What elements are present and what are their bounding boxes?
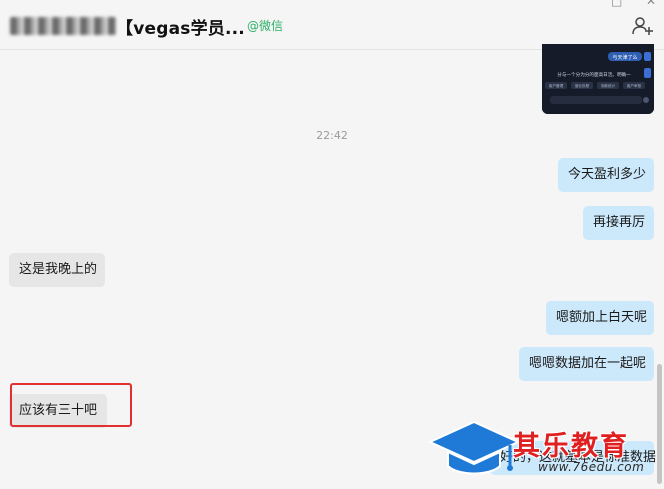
- close-icon[interactable]: ✕: [646, 0, 656, 8]
- preview-chip: 到款统计: [601, 83, 616, 88]
- add-user-icon[interactable]: [632, 16, 654, 36]
- message-bubble-outgoing[interactable]: 再接再厉: [583, 206, 654, 240]
- highlight-box: [10, 383, 132, 427]
- minimize-icon[interactable]: □: [611, 0, 622, 8]
- message-bubble-outgoing[interactable]: 今天盈利多少: [558, 158, 654, 192]
- watermark-url: www.76edu.com: [538, 460, 645, 474]
- graduation-cap-icon: [428, 420, 520, 475]
- watermark-brand: 其乐教育: [513, 431, 629, 462]
- message-bubble-incoming[interactable]: 这是我晚上的: [9, 253, 105, 287]
- preview-chip: 客户审核: [627, 83, 642, 88]
- chat-title: 【vegas学员...: [116, 19, 245, 39]
- watermark-logo: 其乐教育 www.76edu.com: [428, 420, 664, 489]
- preview-caption-right: 与天津了么: [612, 54, 637, 61]
- message-timestamp: 22:42: [316, 129, 348, 142]
- message-bubble-outgoing[interactable]: 嗯嗯数据加在一起呢: [519, 347, 654, 381]
- message-bubble-outgoing[interactable]: 嗯额加上白天呢: [546, 301, 654, 335]
- blurred-contact-name: [10, 17, 116, 35]
- preview-chip: 营业执照: [575, 83, 590, 88]
- preview-chip: 客户管理: [549, 83, 564, 88]
- video-message-preview[interactable]: 与天津了么 分与一个分为分的面高日活。明确一 客户管理 营业执照 到款统计 客户…: [542, 44, 654, 114]
- wechat-source-tag: @微信: [247, 19, 284, 33]
- preview-caption-main: 分与一个分为分的面高日活。明确一: [557, 71, 631, 78]
- chat-header: □ ✕ 【vegas学员... @微信: [0, 0, 664, 50]
